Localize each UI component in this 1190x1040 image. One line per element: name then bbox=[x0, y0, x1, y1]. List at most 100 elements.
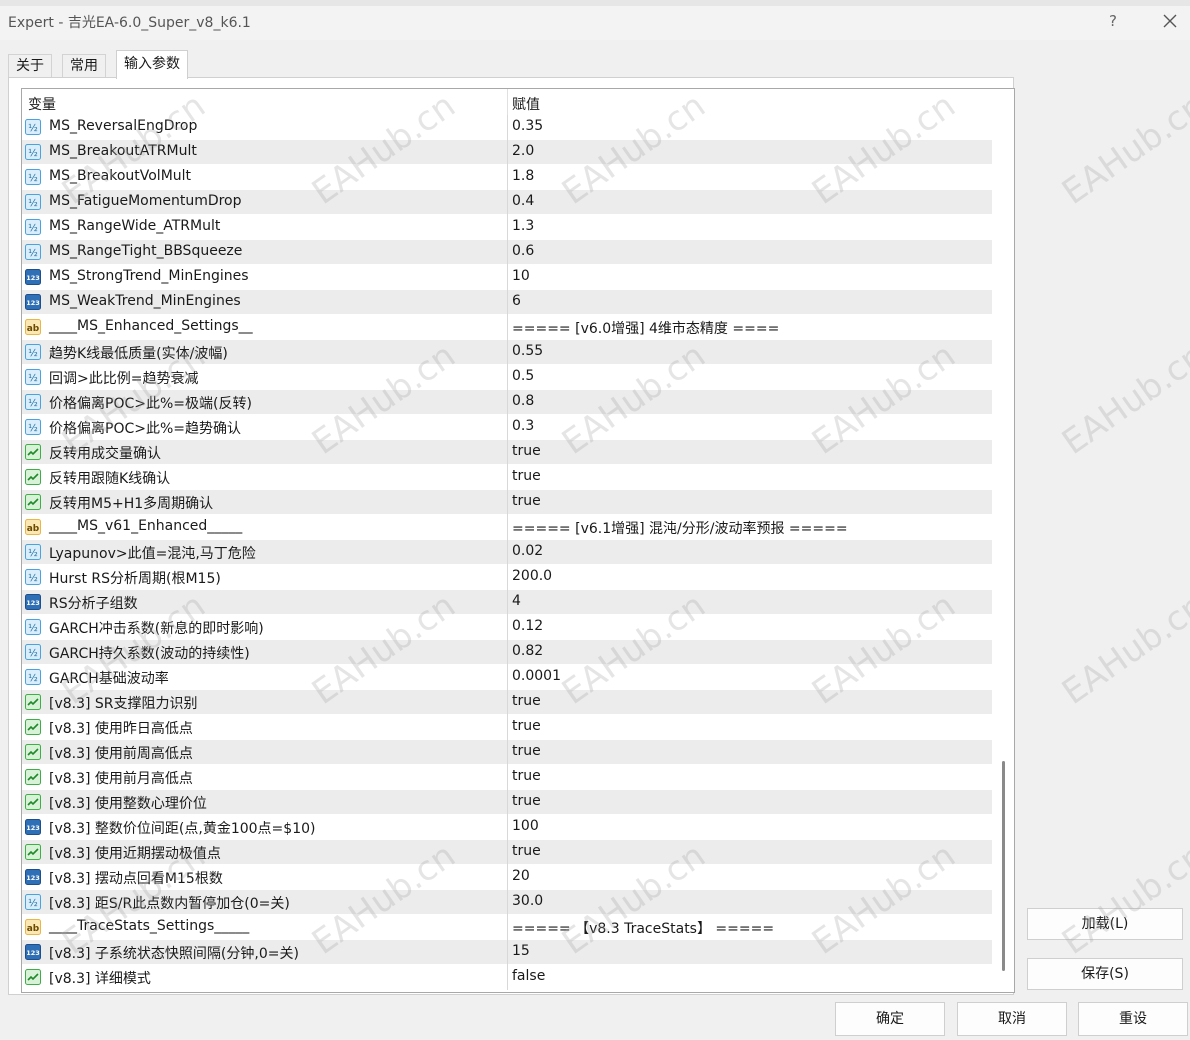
table-row[interactable]: [v8.3] 使用昨日高低点 true bbox=[22, 715, 992, 740]
cell-divider bbox=[507, 740, 508, 765]
table-row[interactable]: ½ MS_FatigueMomentumDrop 0.4 bbox=[22, 190, 992, 215]
cancel-button[interactable]: 取消 bbox=[957, 1002, 1067, 1036]
parameter-value[interactable]: true bbox=[512, 443, 541, 459]
parameter-name: [v8.3] 使用前月高低点 bbox=[49, 771, 193, 787]
table-row[interactable]: ½ MS_ReversalEngDrop 0.35 bbox=[22, 115, 992, 140]
table-row[interactable]: 123 MS_WeakTrend_MinEngines 6 bbox=[22, 290, 992, 315]
parameter-value[interactable]: 0.12 bbox=[512, 618, 543, 634]
tab-about[interactable]: 关于 bbox=[8, 54, 52, 78]
double-type-icon: ½ bbox=[25, 194, 41, 210]
table-row[interactable]: 123 MS_StrongTrend_MinEngines 10 bbox=[22, 265, 992, 290]
parameter-value[interactable]: 20 bbox=[512, 868, 530, 884]
parameter-value[interactable]: ===== [v6.1增强] 混沌/分形/波动率预报 ===== bbox=[512, 518, 848, 538]
column-header-variable[interactable]: 变量 bbox=[28, 94, 56, 114]
table-row[interactable]: ½ Lyapunov>此值=混沌,马丁危险 0.02 bbox=[22, 540, 992, 565]
parameter-value[interactable]: 0.0001 bbox=[512, 668, 561, 684]
table-row[interactable]: [v8.3] 使用整数心理价位 true bbox=[22, 790, 992, 815]
parameter-value[interactable]: 0.4 bbox=[512, 193, 534, 209]
column-header-value[interactable]: 赋值 bbox=[512, 94, 540, 114]
table-row[interactable]: ½ MS_BreakoutATRMult 2.0 bbox=[22, 140, 992, 165]
parameter-value[interactable]: 10 bbox=[512, 268, 530, 284]
table-row[interactable]: ½ MS_RangeWide_ATRMult 1.3 bbox=[22, 215, 992, 240]
cell-divider bbox=[507, 290, 508, 315]
table-row[interactable]: ½ MS_BreakoutVolMult 1.8 bbox=[22, 165, 992, 190]
parameter-value[interactable]: 0.55 bbox=[512, 343, 543, 359]
boolean-type-icon bbox=[25, 969, 41, 985]
parameter-value[interactable]: ===== 【v8.3 TraceStats】 ===== bbox=[512, 918, 774, 938]
parameter-value[interactable]: 0.8 bbox=[512, 393, 534, 409]
cell-divider bbox=[507, 865, 508, 890]
boolean-type-icon bbox=[25, 469, 41, 485]
table-row[interactable]: ½ [v8.3] 距S/R此点数内暂停加仓(0=关) 30.0 bbox=[22, 890, 992, 915]
parameter-value[interactable]: true bbox=[512, 718, 541, 734]
parameter-value[interactable]: true bbox=[512, 493, 541, 509]
string-type-icon: ab bbox=[25, 319, 41, 335]
table-body: ½ MS_ReversalEngDrop 0.35 ½ MS_BreakoutATRMu… bbox=[22, 115, 992, 990]
cell-divider bbox=[507, 640, 508, 665]
parameter-value[interactable]: 4 bbox=[512, 593, 521, 609]
load-button[interactable]: 加载(L) bbox=[1027, 908, 1183, 940]
parameter-value[interactable]: 0.35 bbox=[512, 118, 543, 134]
cell-divider bbox=[507, 165, 508, 190]
parameter-value[interactable]: 200.0 bbox=[512, 568, 552, 584]
parameter-value[interactable]: true bbox=[512, 768, 541, 784]
parameter-value[interactable]: ===== [v6.0增强] 4维市态精度 ==== bbox=[512, 318, 779, 338]
parameter-value[interactable]: 2.0 bbox=[512, 143, 534, 159]
table-row[interactable]: ½ GARCH持久系数(波动的持续性) 0.82 bbox=[22, 640, 992, 665]
close-icon[interactable] bbox=[1158, 9, 1182, 33]
tab-common[interactable]: 常用 bbox=[62, 54, 106, 78]
parameter-value[interactable]: 0.5 bbox=[512, 368, 534, 384]
table-row[interactable]: 反转用跟随K线确认 true bbox=[22, 465, 992, 490]
ok-button[interactable]: 确定 bbox=[835, 1002, 945, 1036]
table-row[interactable]: ab ____TraceStats_Settings_____ ===== 【v8.… bbox=[22, 915, 992, 940]
table-row[interactable]: 反转用成交量确认 true bbox=[22, 440, 992, 465]
table-row[interactable]: ½ MS_RangeTight_BBSqueeze 0.6 bbox=[22, 240, 992, 265]
parameter-value[interactable]: true bbox=[512, 468, 541, 484]
parameter-value[interactable]: false bbox=[512, 968, 545, 984]
table-row[interactable]: [v8.3] SR支撑阻力识别 true bbox=[22, 690, 992, 715]
cell-divider bbox=[507, 815, 508, 840]
table-row[interactable]: 反转用M5+H1多周期确认 true bbox=[22, 490, 992, 515]
parameter-value[interactable]: 1.8 bbox=[512, 168, 534, 184]
table-row[interactable]: [v8.3] 使用前月高低点 true bbox=[22, 765, 992, 790]
parameter-value[interactable]: 0.6 bbox=[512, 243, 534, 259]
table-row[interactable]: ½ 价格偏离POC>此%=极端(反转) 0.8 bbox=[22, 390, 992, 415]
parameter-value[interactable]: 100 bbox=[512, 818, 539, 834]
table-row[interactable]: ½ Hurst RS分析周期(根M15) 200.0 bbox=[22, 565, 992, 590]
table-row[interactable]: ½ 趋势K线最低质量(实体/波幅) 0.55 bbox=[22, 340, 992, 365]
table-row[interactable]: 123 [v8.3] 摆动点回看M15根数 20 bbox=[22, 865, 992, 890]
parameter-value[interactable]: 6 bbox=[512, 293, 521, 309]
tab-inputs[interactable]: 输入参数 bbox=[116, 50, 188, 79]
table-row[interactable]: ab ____MS_v61_Enhanced_____ ===== [v6.1增强]… bbox=[22, 515, 992, 540]
table-row[interactable]: ½ GARCH冲击系数(新息的即时影响) 0.12 bbox=[22, 615, 992, 640]
parameter-value[interactable]: 0.82 bbox=[512, 643, 543, 659]
parameter-value[interactable]: 0.02 bbox=[512, 543, 543, 559]
table-row[interactable]: 123 [v8.3] 整数价位间距(点,黄金100点=$10) 100 bbox=[22, 815, 992, 840]
parameter-value[interactable]: true bbox=[512, 743, 541, 759]
save-button[interactable]: 保存(S) bbox=[1027, 958, 1183, 990]
vertical-scrollbar[interactable] bbox=[994, 89, 1014, 992]
parameter-value[interactable]: 30.0 bbox=[512, 893, 543, 909]
table-row[interactable]: 123 RS分析子组数 4 bbox=[22, 590, 992, 615]
parameter-name: MS_RangeTight_BBSqueeze bbox=[49, 243, 243, 259]
column-divider[interactable] bbox=[507, 89, 508, 115]
parameter-value[interactable]: 1.3 bbox=[512, 218, 534, 234]
help-button[interactable]: ? bbox=[1103, 12, 1123, 32]
parameter-value[interactable]: 0.3 bbox=[512, 418, 534, 434]
table-row[interactable]: ab ____MS_Enhanced_Settings__ ===== [v6.0增… bbox=[22, 315, 992, 340]
table-row[interactable]: ½ GARCH基础波动率 0.0001 bbox=[22, 665, 992, 690]
parameter-value[interactable]: true bbox=[512, 843, 541, 859]
table-row[interactable]: 123 [v8.3] 子系统状态快照间隔(分钟,0=关) 15 bbox=[22, 940, 992, 965]
table-row[interactable]: [v8.3] 详细模式 false bbox=[22, 965, 992, 990]
table-row[interactable]: ½ 价格偏离POC>此%=趋势确认 0.3 bbox=[22, 415, 992, 440]
parameter-value[interactable]: 15 bbox=[512, 943, 530, 959]
table-row[interactable]: [v8.3] 使用近期摆动极值点 true bbox=[22, 840, 992, 865]
parameter-value[interactable]: true bbox=[512, 793, 541, 809]
reset-button[interactable]: 重设 bbox=[1078, 1002, 1188, 1036]
cell-divider bbox=[507, 540, 508, 565]
svg-text:½: ½ bbox=[28, 147, 38, 159]
table-row[interactable]: [v8.3] 使用前周高低点 true bbox=[22, 740, 992, 765]
table-row[interactable]: ½ 回调>此比例=趋势衰减 0.5 bbox=[22, 365, 992, 390]
scrollbar-thumb[interactable] bbox=[1002, 761, 1005, 971]
parameter-value[interactable]: true bbox=[512, 693, 541, 709]
